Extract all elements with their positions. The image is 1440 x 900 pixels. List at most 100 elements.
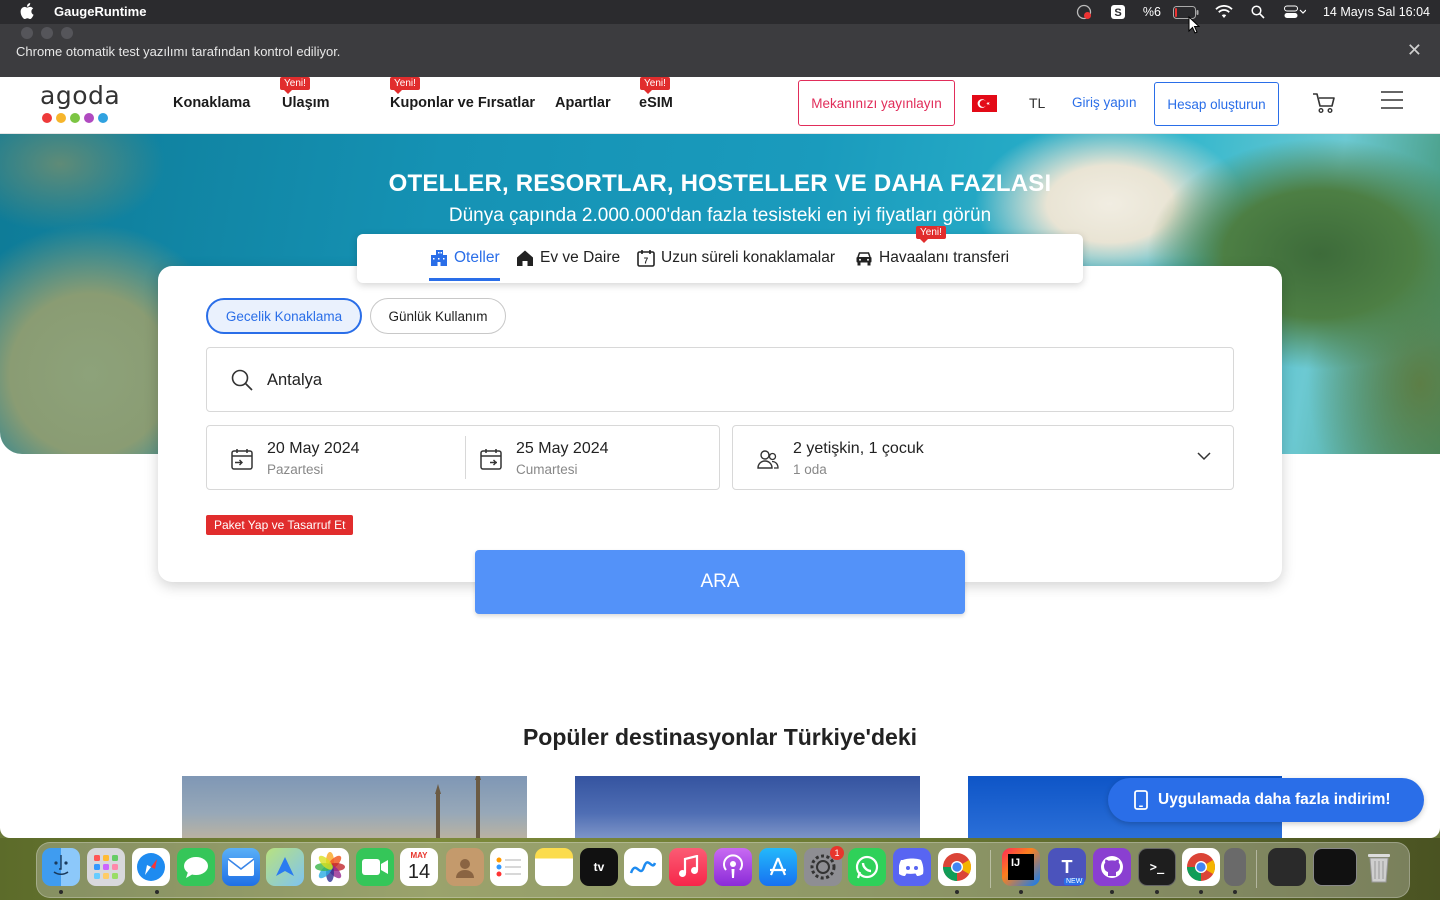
turkey-flag-icon[interactable] xyxy=(972,95,997,112)
site-header: agoda Konaklama Ulaşım Yeni! Kuponlar ve… xyxy=(0,77,1440,134)
active-app-name[interactable]: GaugeRuntime xyxy=(54,4,146,19)
product-tabs: Oteller Ev ve Daire 7 Uzun süreli konakl… xyxy=(357,226,1083,283)
safari-icon[interactable] xyxy=(132,848,170,886)
currency-selector[interactable]: TL xyxy=(1029,95,1045,111)
checkin-date: 20 May 2024 xyxy=(267,440,360,457)
whatsapp-icon[interactable] xyxy=(848,848,886,886)
nav-item-esim[interactable]: eSIM xyxy=(639,95,673,111)
messages-icon[interactable] xyxy=(177,848,215,886)
search-button[interactable]: ARA xyxy=(475,550,965,614)
facetime-icon[interactable] xyxy=(356,848,394,886)
github-desktop-icon[interactable] xyxy=(1093,848,1131,886)
minimize-window-button[interactable] xyxy=(41,27,53,39)
freeform-icon[interactable] xyxy=(624,848,662,886)
checkin-date-picker[interactable]: 20 May 2024 Pazartesi xyxy=(207,426,465,489)
tab-uzun-sureli[interactable]: 7 Uzun süreli konaklamalar xyxy=(637,249,835,267)
guests-summary: 2 yetişkin, 1 çocuk xyxy=(793,440,924,457)
agoda-logo[interactable]: agoda xyxy=(40,81,120,125)
mouse-cursor-icon xyxy=(1188,16,1200,34)
checkin-day: Pazartesi xyxy=(267,462,324,477)
logo-dot-purple xyxy=(84,113,94,123)
chevron-down-icon xyxy=(1197,452,1211,461)
terminal-icon[interactable]: >_ xyxy=(1138,848,1176,886)
app-download-banner[interactable]: Uygulamada daha fazla indirim! xyxy=(1108,778,1424,822)
tab-havaalani-transferi[interactable]: Havaalanı transferi xyxy=(855,249,1009,267)
spotlight-search-icon[interactable] xyxy=(1249,4,1267,20)
nav-item-apartlar[interactable]: Apartlar xyxy=(555,95,611,111)
app-store-icon[interactable] xyxy=(759,848,797,886)
tab-label: Ev ve Daire xyxy=(540,249,621,266)
new-badge: Yeni! xyxy=(390,77,420,94)
nav-item-kuponlar[interactable]: Kuponlar ve Fırsatlar xyxy=(390,95,535,111)
hamburger-menu-icon[interactable] xyxy=(1381,91,1403,109)
destination-field[interactable] xyxy=(206,347,1234,412)
day-use-toggle[interactable]: Günlük Kullanım xyxy=(370,298,506,334)
logo-dots xyxy=(42,113,108,123)
preview-icon[interactable] xyxy=(1224,848,1246,886)
apple-icon[interactable] xyxy=(20,3,34,19)
overnight-stay-toggle[interactable]: Gecelik Konaklama xyxy=(206,298,362,334)
notes-icon[interactable] xyxy=(535,848,573,886)
rooms-count: 1 oda xyxy=(793,462,827,477)
close-window-button[interactable] xyxy=(21,27,33,39)
menubar-status-area: S %6 14 Mayıs Sal 16:04 xyxy=(1075,0,1440,24)
dock-separator xyxy=(1256,850,1257,888)
finder-icon[interactable] xyxy=(42,848,80,886)
destination-card[interactable] xyxy=(575,776,920,838)
contacts-icon[interactable] xyxy=(446,848,484,886)
running-indicator xyxy=(1019,890,1023,894)
close-icon[interactable]: ✕ xyxy=(1407,40,1422,61)
guests-selector[interactable]: 2 yetişkin, 1 çocuk 1 oda xyxy=(732,425,1234,490)
login-link[interactable]: Giriş yapın xyxy=(1072,95,1137,110)
launchpad-icon[interactable] xyxy=(87,848,125,886)
nav-item-ulasim[interactable]: Ulaşım xyxy=(282,95,330,111)
minimized-window-thumbnail[interactable] xyxy=(1313,848,1357,886)
package-promo-badge[interactable]: Paket Yap ve Tasarruf Et xyxy=(206,515,354,535)
home-icon xyxy=(517,250,533,266)
photos-icon[interactable] xyxy=(311,848,349,886)
tab-oteller[interactable]: Oteller xyxy=(430,249,500,267)
hotel-icon xyxy=(431,250,447,266)
screen-record-icon[interactable] xyxy=(1075,4,1093,20)
checkout-day: Cumartesi xyxy=(516,462,578,477)
calendar-icon[interactable]: MAY 14 xyxy=(400,848,438,886)
window-controls xyxy=(21,27,73,39)
running-indicator xyxy=(955,890,959,894)
zoom-window-button[interactable] xyxy=(61,27,73,39)
destination-input[interactable] xyxy=(267,362,1167,398)
sketch-app-icon[interactable]: S xyxy=(1109,4,1127,20)
menubar-clock[interactable]: 14 Mayıs Sal 16:04 xyxy=(1323,5,1430,19)
running-indicator xyxy=(1155,890,1159,894)
guests-icon xyxy=(757,450,779,469)
list-property-button[interactable]: Mekanınızı yayınlayın xyxy=(798,80,955,126)
new-badge: Yeni! xyxy=(640,77,670,94)
intellij-idea-icon[interactable]: IJ xyxy=(1002,848,1040,886)
podcasts-icon[interactable] xyxy=(714,848,752,886)
cart-icon[interactable] xyxy=(1312,92,1336,114)
nav-item-konaklama[interactable]: Konaklama xyxy=(173,95,250,111)
search-icon xyxy=(231,369,253,391)
svg-text:S: S xyxy=(1114,7,1121,19)
calendar-7-icon: 7 xyxy=(637,250,655,267)
chrome-icon[interactable] xyxy=(938,848,976,886)
music-icon[interactable] xyxy=(669,848,707,886)
destination-card[interactable] xyxy=(182,776,527,838)
recent-document-icon[interactable] xyxy=(1268,848,1306,886)
trash-icon[interactable] xyxy=(1360,848,1398,886)
apple-tv-icon[interactable]: tv xyxy=(580,848,618,886)
calendar-month: MAY xyxy=(410,851,428,860)
calendar-day: 14 xyxy=(407,861,431,883)
checkout-calendar-icon xyxy=(480,449,502,470)
discord-icon[interactable] xyxy=(893,848,931,886)
create-account-button[interactable]: Hesap oluşturun xyxy=(1154,82,1279,126)
chrome-icon[interactable] xyxy=(1182,848,1220,886)
checkout-date-picker[interactable]: 25 May 2024 Cumartesi xyxy=(456,426,720,489)
car-icon xyxy=(856,252,872,266)
mail-icon[interactable] xyxy=(222,848,260,886)
tab-ev-ve-daire[interactable]: Ev ve Daire xyxy=(516,249,620,267)
control-center-icon[interactable] xyxy=(1283,4,1307,20)
wifi-icon[interactable] xyxy=(1215,4,1233,20)
reminders-icon[interactable] xyxy=(490,848,528,886)
svg-text:7: 7 xyxy=(644,257,649,266)
maps-icon[interactable] xyxy=(266,848,304,886)
